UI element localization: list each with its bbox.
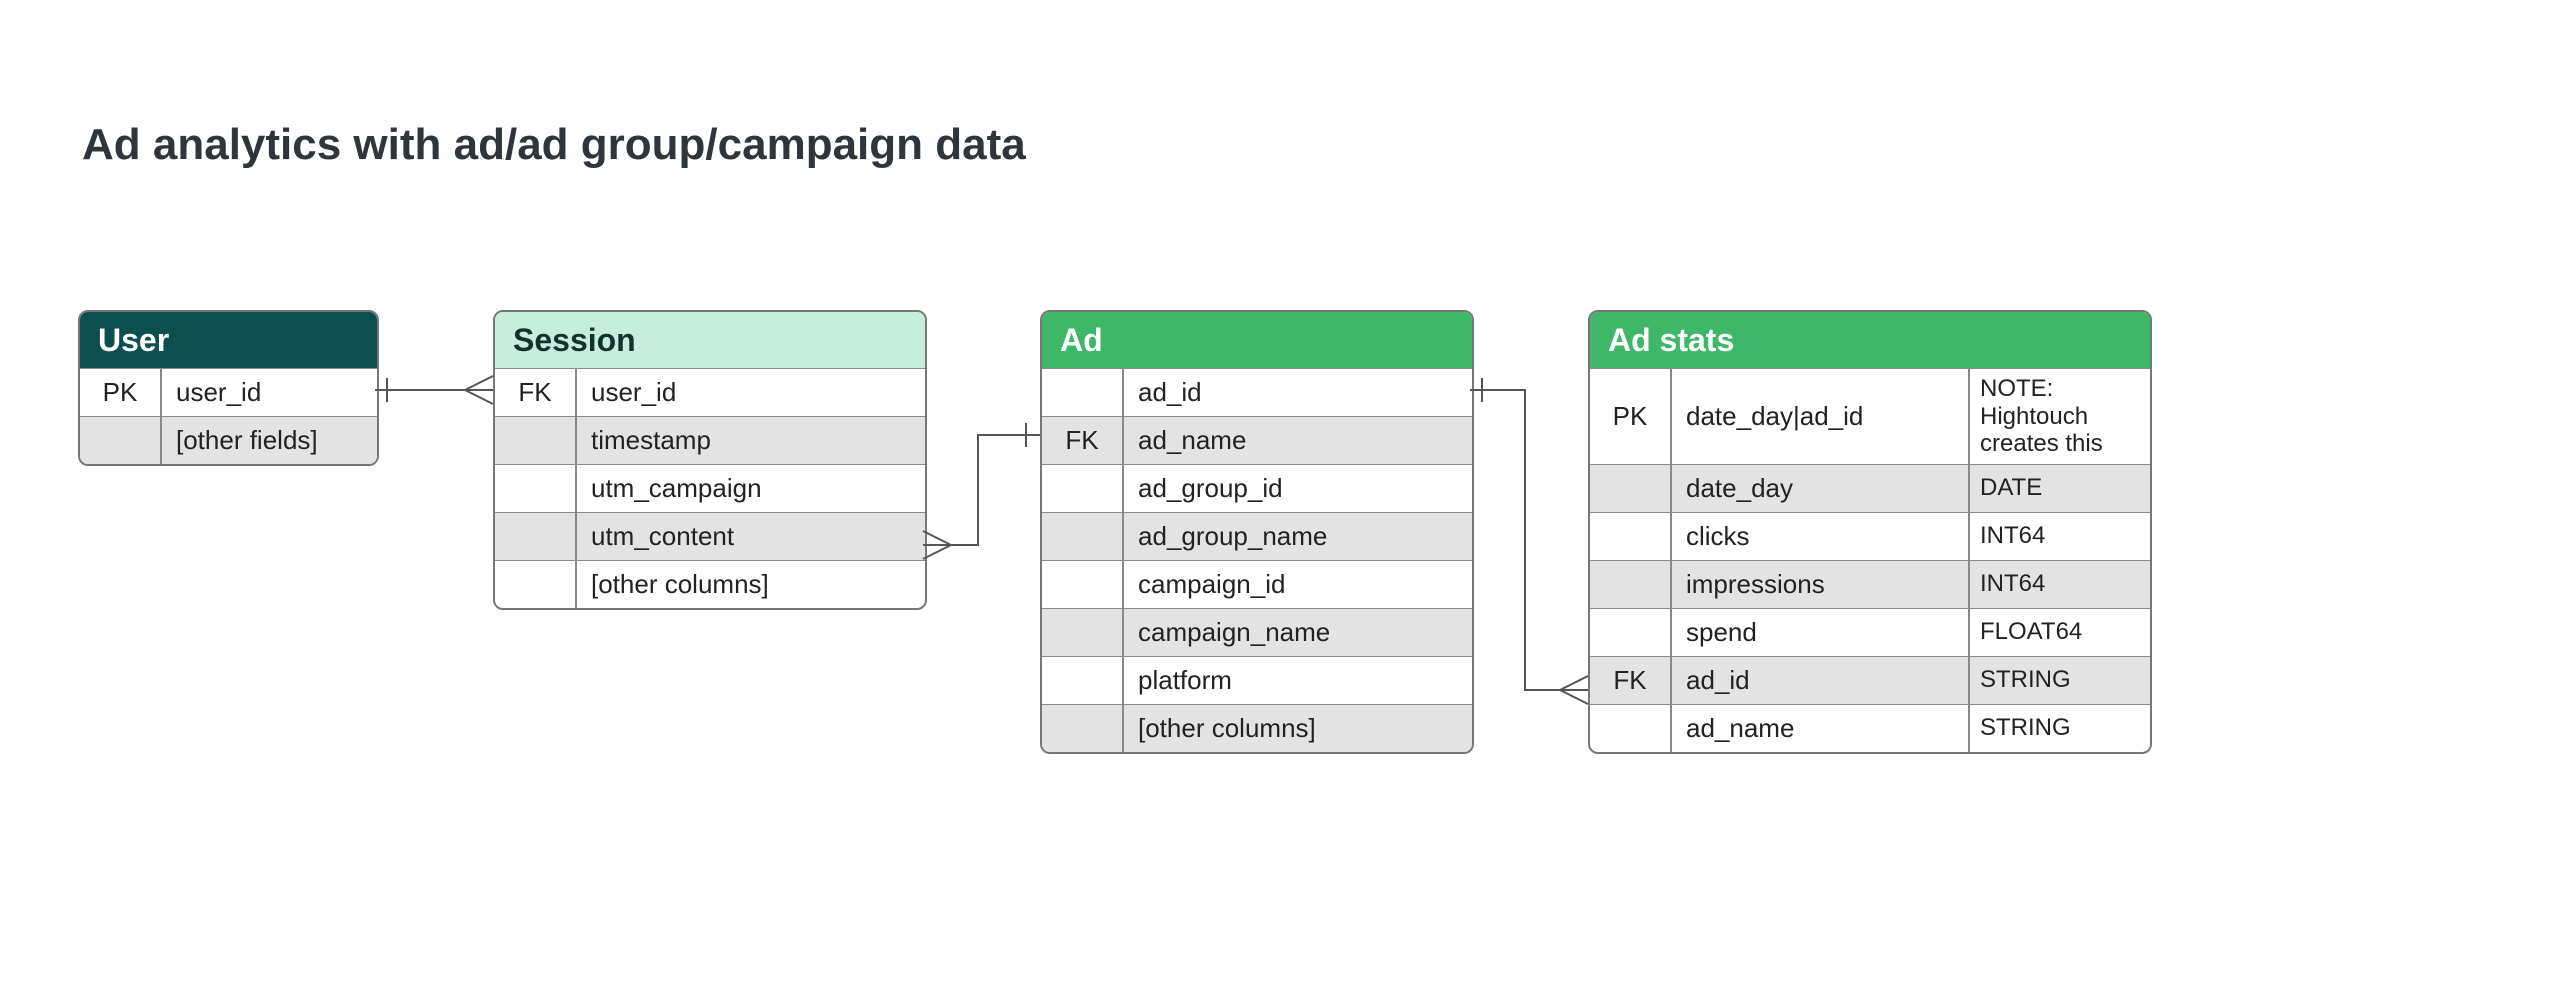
field-note: STRING: [1968, 705, 2150, 752]
key-cell: [1590, 513, 1672, 560]
key-cell: [1042, 609, 1124, 656]
field-name: user_id: [577, 369, 925, 416]
entity-ad-row: campaign_id: [1042, 560, 1472, 608]
field-name: timestamp: [577, 417, 925, 464]
field-name: campaign_name: [1124, 609, 1472, 656]
key-cell: [495, 561, 577, 608]
key-cell: FK: [495, 369, 577, 416]
entity-adstats-header: Ad stats: [1590, 312, 2150, 368]
field-name: ad_group_id: [1124, 465, 1472, 512]
connector-user-session: [375, 380, 495, 420]
entity-user: User PK user_id [other fields]: [78, 310, 379, 466]
entity-user-row: [other fields]: [80, 416, 377, 464]
entity-adstats-row: PK date_day|ad_id NOTE: Hightouch create…: [1590, 368, 2150, 464]
key-cell: [1590, 705, 1672, 752]
entity-session-row: utm_campaign: [495, 464, 925, 512]
entity-ad-row: [other columns]: [1042, 704, 1472, 752]
entity-adstats-row: clicks INT64: [1590, 512, 2150, 560]
key-cell: [1042, 561, 1124, 608]
entity-session-row: FK user_id: [495, 368, 925, 416]
entity-ad-row: platform: [1042, 656, 1472, 704]
entity-ad-row: ad_group_name: [1042, 512, 1472, 560]
key-cell: FK: [1590, 657, 1672, 704]
field-note: INT64: [1968, 513, 2150, 560]
key-cell: PK: [80, 369, 162, 416]
connector-session-ad: [923, 400, 1043, 580]
field-name: utm_campaign: [577, 465, 925, 512]
entity-session: Session FK user_id timestamp utm_campaig…: [493, 310, 927, 610]
entity-session-row: [other columns]: [495, 560, 925, 608]
field-note: STRING: [1968, 657, 2150, 704]
key-cell: [495, 465, 577, 512]
entity-adstats-row: ad_name STRING: [1590, 704, 2150, 752]
field-name: ad_id: [1672, 657, 1968, 704]
key-cell: [80, 417, 162, 464]
key-cell: PK: [1590, 369, 1672, 464]
field-name: clicks: [1672, 513, 1968, 560]
key-cell: [495, 513, 577, 560]
field-note: FLOAT64: [1968, 609, 2150, 656]
field-name: ad_id: [1124, 369, 1472, 416]
key-cell: [1042, 513, 1124, 560]
key-cell: [1590, 561, 1672, 608]
diagram-title: Ad analytics with ad/ad group/campaign d…: [82, 120, 1026, 170]
field-name: campaign_id: [1124, 561, 1472, 608]
field-name: spend: [1672, 609, 1968, 656]
field-name: ad_group_name: [1124, 513, 1472, 560]
entity-adstats-row: date_day DATE: [1590, 464, 2150, 512]
key-cell: [495, 417, 577, 464]
entity-adstats-row: FK ad_id STRING: [1590, 656, 2150, 704]
field-note: NOTE: Hightouch creates this: [1968, 369, 2150, 464]
entity-ad-row: ad_id: [1042, 368, 1472, 416]
key-cell: [1042, 657, 1124, 704]
entity-adstats-row: spend FLOAT64: [1590, 608, 2150, 656]
field-name: date_day|ad_id: [1672, 369, 1968, 464]
entity-ad-row: campaign_name: [1042, 608, 1472, 656]
entity-session-header: Session: [495, 312, 925, 368]
field-name: date_day: [1672, 465, 1968, 512]
key-cell: FK: [1042, 417, 1124, 464]
field-name: [other columns]: [1124, 705, 1472, 752]
field-name: [other fields]: [162, 417, 377, 464]
entity-adstats-row: impressions INT64: [1590, 560, 2150, 608]
entity-ad: Ad ad_id FK ad_name ad_group_id ad_group…: [1040, 310, 1474, 754]
entity-user-header: User: [80, 312, 377, 368]
field-name: user_id: [162, 369, 377, 416]
connector-ad-adstats: [1470, 380, 1590, 740]
key-cell: [1042, 465, 1124, 512]
key-cell: [1042, 705, 1124, 752]
key-cell: [1042, 369, 1124, 416]
entity-user-row: PK user_id: [80, 368, 377, 416]
field-name: impressions: [1672, 561, 1968, 608]
entity-ad-header: Ad: [1042, 312, 1472, 368]
key-cell: [1590, 609, 1672, 656]
field-name: ad_name: [1124, 417, 1472, 464]
field-name: [other columns]: [577, 561, 925, 608]
entity-session-row: utm_content: [495, 512, 925, 560]
entity-ad-row: ad_group_id: [1042, 464, 1472, 512]
field-name: ad_name: [1672, 705, 1968, 752]
key-cell: [1590, 465, 1672, 512]
field-note: INT64: [1968, 561, 2150, 608]
field-name: utm_content: [577, 513, 925, 560]
field-note: DATE: [1968, 465, 2150, 512]
field-name: platform: [1124, 657, 1472, 704]
entity-adstats: Ad stats PK date_day|ad_id NOTE: Hightou…: [1588, 310, 2152, 754]
entity-ad-row: FK ad_name: [1042, 416, 1472, 464]
entity-session-row: timestamp: [495, 416, 925, 464]
